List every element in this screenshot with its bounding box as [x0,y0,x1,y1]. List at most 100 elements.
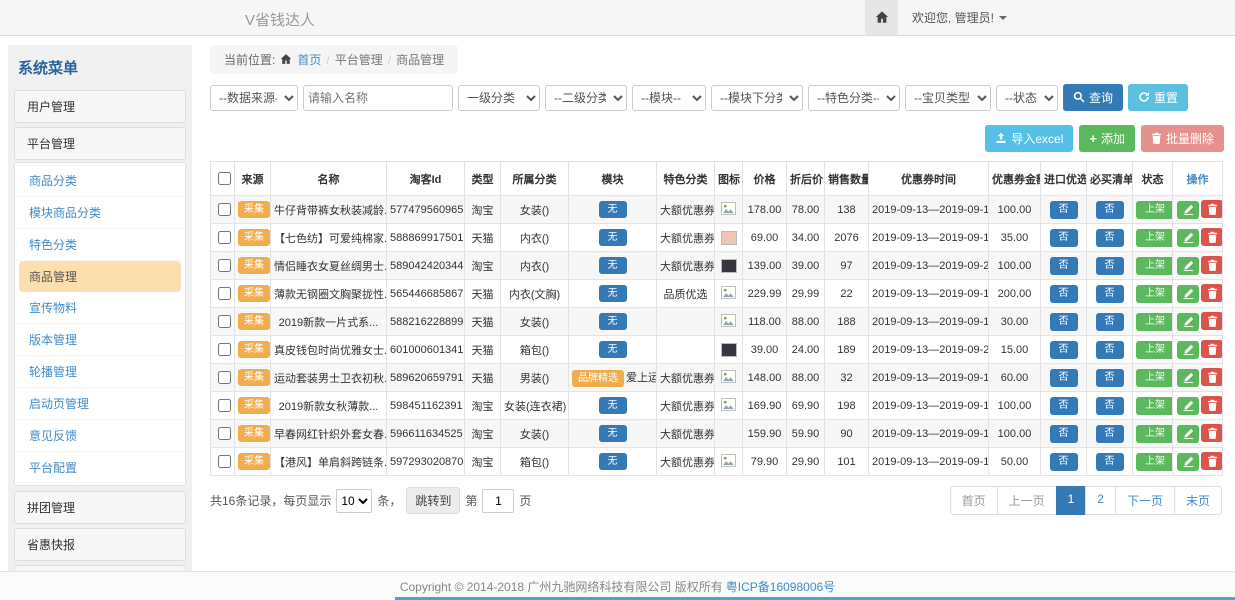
status-on-shelf-button[interactable]: 上架 [1136,285,1173,303]
pagination-page-1[interactable]: 1 [1056,486,1087,515]
import-select-toggle[interactable]: 否 [1050,341,1078,359]
add-button[interactable]: + 添加 [1079,125,1135,152]
row-checkbox[interactable] [218,371,231,384]
edit-button[interactable] [1177,201,1199,219]
home-button[interactable] [865,0,898,35]
delete-button[interactable] [1201,396,1223,414]
sidebar-item-platform-config[interactable]: 平台配置 [15,452,185,483]
filter-name-input[interactable] [303,85,453,111]
import-select-toggle[interactable]: 否 [1050,369,1078,387]
reset-button[interactable]: 重置 [1128,84,1188,111]
sidebar-item-feature-category[interactable]: 特色分类 [15,229,185,261]
page-number-input[interactable] [482,489,514,513]
import-select-toggle[interactable]: 否 [1050,313,1078,331]
import-select-toggle[interactable]: 否 [1050,425,1078,443]
icp-link[interactable]: 粤ICP备16098006号 [726,578,835,595]
must-buy-toggle[interactable]: 否 [1096,369,1124,387]
query-button[interactable]: 查询 [1063,84,1123,111]
row-checkbox[interactable] [218,231,231,244]
status-on-shelf-button[interactable]: 上架 [1136,341,1173,359]
edit-button[interactable] [1177,453,1199,471]
filter-feature-category-select[interactable]: --特色分类-- [808,85,900,111]
sidebar-item-goods-mgmt[interactable]: 商品管理 [19,261,181,292]
filter-status-select[interactable]: --状态-- [996,85,1058,111]
delete-button[interactable] [1201,452,1223,470]
row-checkbox[interactable] [218,259,231,272]
row-checkbox[interactable] [218,399,231,412]
import-select-toggle[interactable]: 否 [1050,453,1078,471]
per-page-select[interactable]: 10 [336,489,372,513]
batch-delete-button[interactable]: 批量删除 [1141,125,1224,152]
jump-button[interactable]: 跳转到 [406,487,460,514]
delete-button[interactable] [1201,312,1223,330]
edit-button[interactable] [1177,341,1199,359]
must-buy-toggle[interactable]: 否 [1096,229,1124,247]
must-buy-toggle[interactable]: 否 [1096,257,1124,275]
delete-button[interactable] [1201,424,1223,442]
row-checkbox[interactable] [218,315,231,328]
must-buy-toggle[interactable]: 否 [1096,453,1124,471]
status-on-shelf-button[interactable]: 上架 [1136,369,1173,387]
delete-button[interactable] [1201,200,1223,218]
edit-button[interactable] [1177,257,1199,275]
filter-module-select[interactable]: --模块-- [632,85,706,111]
sidebar-group-group-buy-mgmt[interactable]: 拼团管理 [14,491,186,524]
edit-button[interactable] [1177,369,1199,387]
edit-button[interactable] [1177,397,1199,415]
select-all-checkbox[interactable] [218,172,231,185]
sidebar-item-feedback[interactable]: 意见反馈 [15,420,185,452]
filter-level2-category-select[interactable]: --二级分类-- [545,85,627,111]
must-buy-toggle[interactable]: 否 [1096,425,1124,443]
must-buy-toggle[interactable]: 否 [1096,201,1124,219]
row-checkbox[interactable] [218,343,231,356]
status-on-shelf-button[interactable]: 上架 [1136,397,1173,415]
filter-level1-category-select[interactable]: 一级分类 [458,85,540,111]
import-select-toggle[interactable]: 否 [1050,257,1078,275]
status-on-shelf-button[interactable]: 上架 [1136,313,1173,331]
row-checkbox[interactable] [218,203,231,216]
breadcrumb-home-link[interactable]: 首页 [297,51,321,68]
sidebar-item-module-goods-category[interactable]: 模块商品分类 [15,197,185,229]
sidebar-item-promo-materials[interactable]: 宣传物料 [15,292,185,324]
row-checkbox[interactable] [218,287,231,300]
filter-item-type-select[interactable]: --宝贝类型-- [905,85,991,111]
sidebar-group-saving-express[interactable]: 省惠快报 [14,528,186,561]
pagination-page-2[interactable]: 2 [1085,486,1116,515]
import-select-toggle[interactable]: 否 [1050,397,1078,415]
pagination-last[interactable]: 末页 [1174,486,1222,515]
edit-button[interactable] [1177,425,1199,443]
must-buy-toggle[interactable]: 否 [1096,397,1124,415]
delete-button[interactable] [1201,256,1223,274]
sidebar-group-user-mgmt[interactable]: 用户管理 [14,90,186,123]
delete-button[interactable] [1201,340,1223,358]
sidebar-item-goods-category[interactable]: 商品分类 [15,165,185,197]
sidebar-group-platform-mgmt[interactable]: 平台管理 [14,127,186,160]
must-buy-toggle[interactable]: 否 [1096,341,1124,359]
sidebar-item-carousel-mgmt[interactable]: 轮播管理 [15,356,185,388]
delete-button[interactable] [1201,228,1223,246]
import-select-toggle[interactable]: 否 [1050,201,1078,219]
status-on-shelf-button[interactable]: 上架 [1136,453,1173,471]
filter-data-source-select[interactable]: --数据来源-- [210,85,298,111]
row-checkbox[interactable] [218,427,231,440]
row-checkbox[interactable] [218,455,231,468]
delete-button[interactable] [1201,284,1223,302]
status-on-shelf-button[interactable]: 上架 [1136,229,1173,247]
filter-module-sub-category-select[interactable]: --模块下分类-- [711,85,803,111]
status-on-shelf-button[interactable]: 上架 [1136,257,1173,275]
edit-button[interactable] [1177,285,1199,303]
status-on-shelf-button[interactable]: 上架 [1136,425,1173,443]
edit-button[interactable] [1177,229,1199,247]
sidebar-item-version-mgmt[interactable]: 版本管理 [15,324,185,356]
pagination-next[interactable]: 下一页 [1115,486,1175,515]
must-buy-toggle[interactable]: 否 [1096,285,1124,303]
sidebar-item-splash-page-mgmt[interactable]: 启动页管理 [15,388,185,420]
status-on-shelf-button[interactable]: 上架 [1136,201,1173,219]
import-excel-button[interactable]: 导入excel [985,125,1073,152]
user-menu[interactable]: 欢迎您, 管理员! [898,0,1021,35]
import-select-toggle[interactable]: 否 [1050,285,1078,303]
must-buy-toggle[interactable]: 否 [1096,313,1124,331]
import-select-toggle[interactable]: 否 [1050,229,1078,247]
delete-button[interactable] [1201,368,1223,386]
edit-button[interactable] [1177,313,1199,331]
